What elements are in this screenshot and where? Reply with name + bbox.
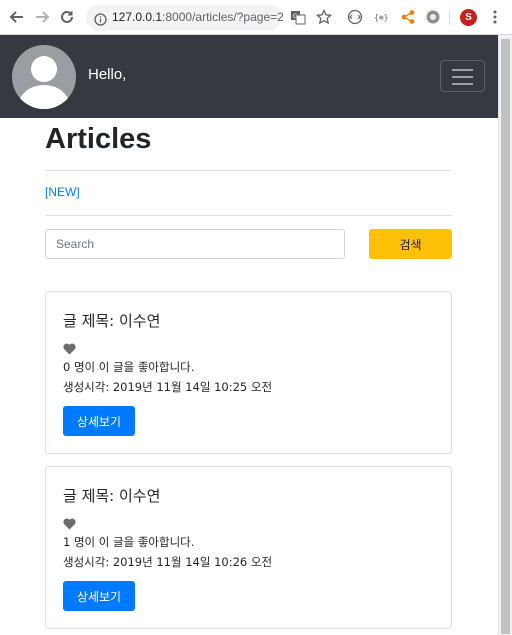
article-card: 글 제목: 이수연 0 명이 이 글을 좋아합니다. 생성시각: 2019년 1… — [45, 291, 452, 454]
search-button[interactable]: 검색 — [369, 229, 452, 259]
svg-text:{≡}: {≡} — [374, 13, 388, 22]
reload-icon[interactable] — [58, 8, 76, 26]
heart-icon[interactable] — [63, 515, 76, 530]
new-article-link[interactable]: [NEW] — [45, 185, 80, 199]
created-at-text: 생성시각: 2019년 11월 14일 10:25 오전 — [63, 380, 273, 394]
json-icon[interactable]: {≡} — [373, 9, 389, 25]
divider — [45, 215, 452, 216]
heart-icon[interactable] — [63, 340, 76, 355]
scrollbar-thumb[interactable] — [501, 39, 510, 634]
svg-text:G: G — [293, 13, 298, 20]
greeting-text: Hello, — [88, 66, 127, 83]
created-at-text: 생성시각: 2019년 11월 14일 10:26 오전 — [63, 555, 273, 569]
search-input[interactable] — [45, 229, 345, 259]
back-icon[interactable] — [8, 8, 26, 26]
like-count-text: 0 명이 이 글을 좋아합니다. — [63, 360, 195, 374]
like-count-text: 1 명이 이 글을 좋아합니다. — [63, 535, 195, 549]
article-card: 글 제목: 이수연 1 명이 이 글을 좋아합니다. 생성시각: 2019년 1… — [45, 466, 452, 629]
settings-icon[interactable] — [425, 9, 441, 25]
profile-avatar[interactable]: S — [460, 9, 477, 26]
article-title: 글 제목: 이수연 — [63, 312, 161, 330]
divider — [45, 170, 452, 171]
url-text: 127.0.0.1:8000/articles/?page=2 — [112, 10, 284, 24]
navbar-toggler-button[interactable] — [440, 60, 485, 92]
page-title: Articles — [45, 123, 152, 155]
site-navbar: Hello, — [0, 35, 498, 118]
star-icon[interactable] — [316, 9, 332, 25]
menu-icon[interactable] — [487, 9, 503, 25]
extension-icon[interactable] — [347, 9, 363, 25]
browser-toolbar: 127.0.0.1:8000/articles/?page=2 G {≡} S — [0, 0, 512, 35]
hamburger-icon — [452, 69, 473, 71]
detail-button[interactable]: 상세보기 — [63, 581, 135, 611]
translate-icon[interactable]: G — [290, 9, 306, 25]
user-avatar[interactable] — [12, 45, 76, 109]
address-bar[interactable]: 127.0.0.1:8000/articles/?page=2 — [86, 5, 284, 30]
page-scrollbar[interactable] — [498, 35, 512, 635]
forward-icon[interactable] — [33, 8, 51, 26]
toolbar-separator — [449, 10, 450, 25]
info-icon[interactable] — [94, 11, 107, 30]
detail-button[interactable]: 상세보기 — [63, 406, 135, 436]
article-title: 글 제목: 이수연 — [63, 487, 161, 505]
share-icon[interactable] — [400, 9, 416, 25]
